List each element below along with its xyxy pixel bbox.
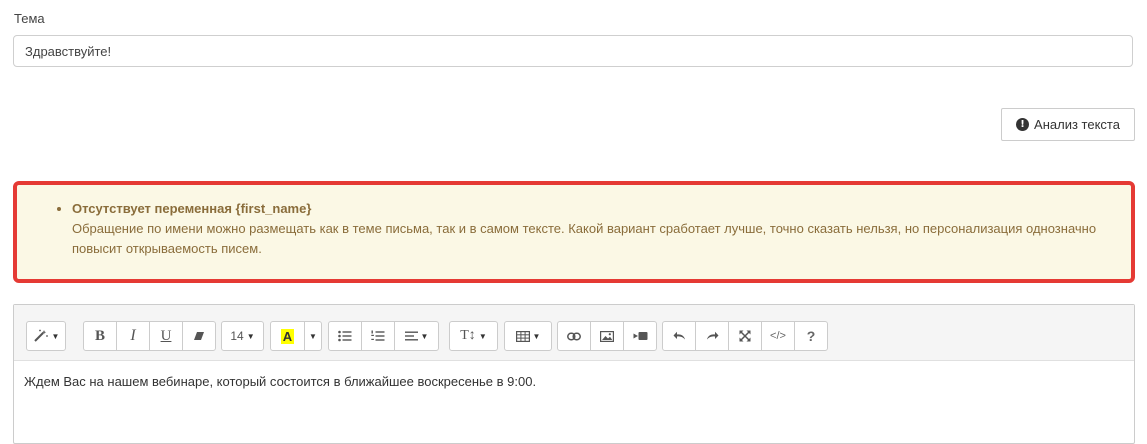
style-group: ▼ — [26, 321, 66, 351]
chevron-down-icon: ▼ — [51, 331, 60, 341]
bold-icon: B — [94, 327, 105, 344]
eraser-icon — [193, 331, 205, 341]
line-height-dropdown[interactable]: T↕ ▼ — [449, 321, 498, 351]
warning-item: Отсутствует переменная {first_name} Обра… — [72, 199, 1111, 259]
analyze-text-label: Анализ текста — [1034, 117, 1120, 132]
highlight-color-icon: A — [280, 328, 295, 344]
misc-group: </> ? — [662, 321, 828, 351]
paragraph-align-dropdown[interactable]: ▼ — [394, 321, 439, 351]
warning-text: Обращение по имени можно размещать как в… — [72, 221, 1097, 256]
magic-wand-button[interactable]: ▼ — [26, 321, 66, 351]
font-format-group: B I U — [83, 321, 216, 351]
table-icon — [515, 330, 530, 342]
table-dropdown[interactable]: ▼ — [504, 321, 552, 351]
ordered-list-button[interactable] — [361, 321, 395, 351]
unordered-list-button[interactable] — [328, 321, 362, 351]
insert-image-button[interactable] — [590, 321, 624, 351]
image-icon — [600, 330, 614, 342]
personalization-warning: Отсутствует переменная {first_name} Обра… — [13, 181, 1135, 283]
redo-button[interactable] — [695, 321, 729, 351]
help-button[interactable]: ? — [794, 321, 828, 351]
bold-button[interactable]: B — [83, 321, 117, 351]
ordered-list-icon — [371, 330, 385, 342]
undo-button[interactable] — [662, 321, 696, 351]
analyze-text-button[interactable]: ! Анализ текста — [1001, 108, 1135, 141]
subject-label: Тема — [14, 11, 45, 26]
redo-icon — [706, 331, 719, 341]
highlight-color-button[interactable]: A — [270, 321, 305, 351]
font-size-dropdown[interactable]: 14 ▼ — [221, 321, 264, 351]
table-group: ▼ — [504, 321, 552, 351]
help-icon: ? — [806, 328, 816, 344]
subject-input[interactable] — [13, 35, 1133, 67]
unordered-list-icon — [338, 330, 352, 342]
underline-icon: U — [160, 327, 172, 344]
fullscreen-button[interactable] — [728, 321, 762, 351]
underline-button[interactable]: U — [149, 321, 183, 351]
line-height-group: T↕ ▼ — [449, 321, 498, 351]
paragraph-group: ▼ — [328, 321, 439, 351]
chevron-down-icon: ▼ — [478, 331, 487, 341]
italic-button[interactable]: I — [116, 321, 150, 351]
align-icon — [404, 331, 418, 341]
font-size-group: 14 ▼ — [221, 321, 264, 351]
rich-text-editor: ▼ B I U 14 ▼ A ▼ ▼ T↕ ▼ ▼ </> ? Ждем Вас… — [13, 304, 1135, 444]
chevron-down-icon: ▼ — [246, 331, 255, 341]
color-dropdown-button[interactable]: ▼ — [304, 321, 322, 351]
color-group: A ▼ — [270, 321, 322, 351]
magic-wand-icon — [33, 329, 49, 343]
chevron-down-icon: ▼ — [309, 331, 317, 341]
warning-title: Отсутствует переменная {first_name} — [72, 201, 312, 216]
font-size-value: 14 — [230, 329, 244, 343]
code-view-button[interactable]: </> — [761, 321, 795, 351]
insert-group — [557, 321, 657, 351]
italic-icon: I — [130, 327, 136, 344]
insert-video-button[interactable] — [623, 321, 657, 351]
undo-icon — [673, 331, 686, 341]
link-icon — [567, 332, 581, 341]
code-view-icon: </> — [770, 330, 786, 342]
editor-toolbar: ▼ B I U 14 ▼ A ▼ ▼ T↕ ▼ ▼ </> ? — [14, 305, 1134, 361]
line-height-icon: T↕ — [460, 328, 476, 343]
insert-link-button[interactable] — [557, 321, 591, 351]
fullscreen-icon — [739, 330, 751, 342]
video-icon — [633, 331, 648, 341]
chevron-down-icon: ▼ — [532, 331, 541, 341]
chevron-down-icon: ▼ — [420, 331, 429, 341]
info-circle-icon: ! — [1016, 118, 1030, 131]
editor-content[interactable]: Ждем Вас на нашем вебинаре, который сост… — [14, 361, 1134, 402]
clear-format-button[interactable] — [182, 321, 216, 351]
